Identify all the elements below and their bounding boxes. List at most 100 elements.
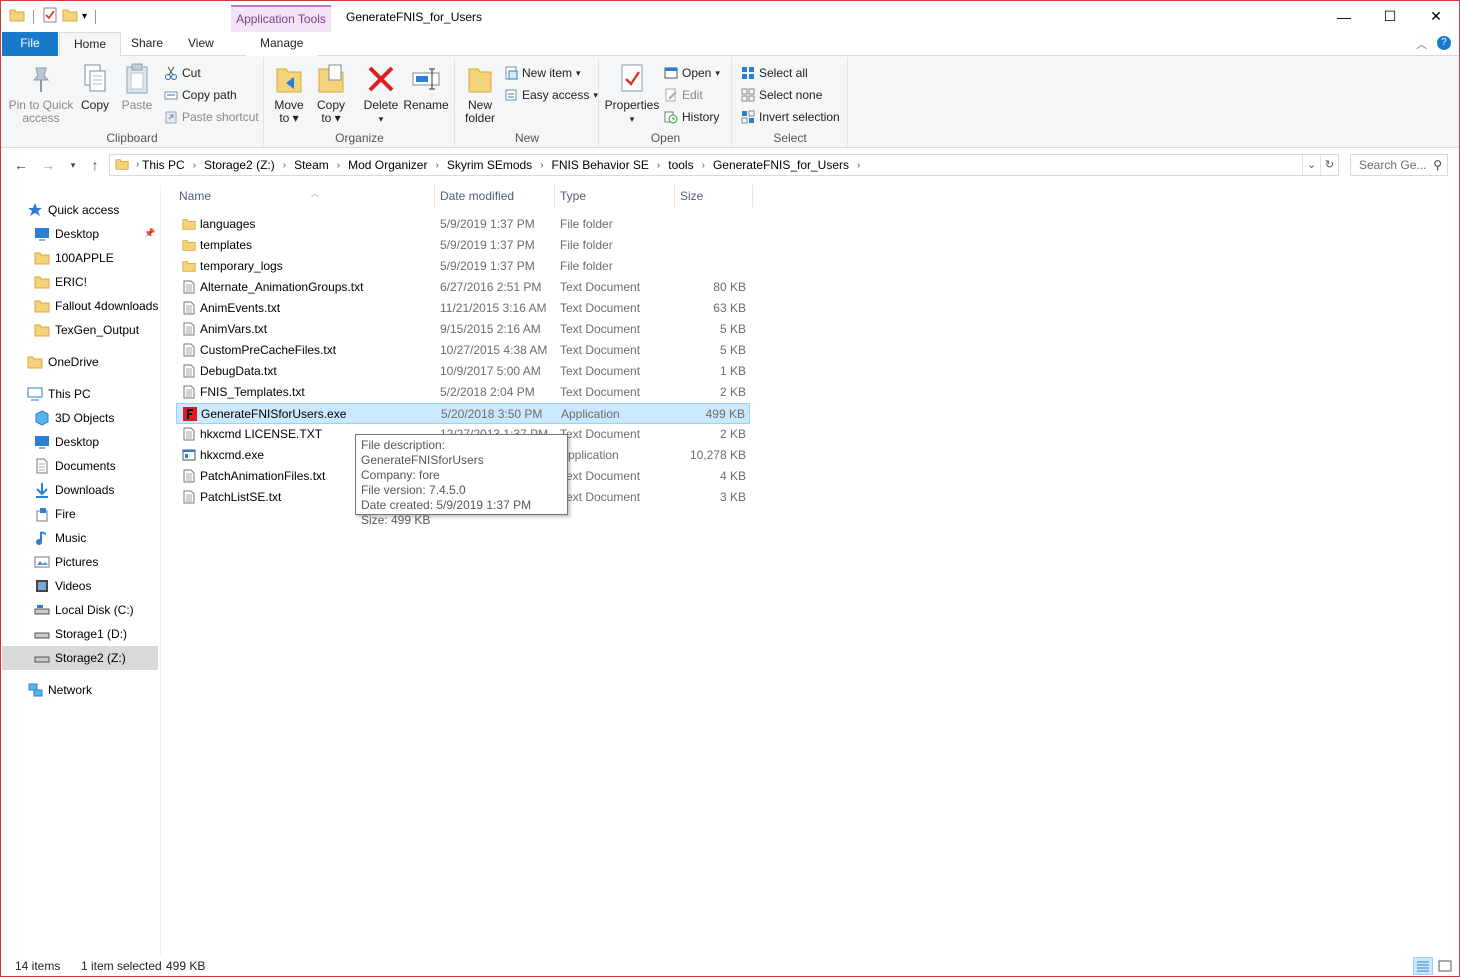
- down-icon: [34, 482, 50, 498]
- nav-quick-item[interactable]: TexGen_Output: [34, 318, 139, 342]
- chevron-right-icon[interactable]: ›: [333, 160, 344, 171]
- refresh-button[interactable]: ↻: [1320, 155, 1338, 175]
- file-name: AnimEvents.txt: [200, 301, 281, 315]
- edit-button[interactable]: Edit: [664, 85, 703, 105]
- tab-share[interactable]: Share: [117, 32, 177, 56]
- cut-button[interactable]: Cut: [164, 63, 201, 83]
- back-button[interactable]: ←: [12, 155, 30, 175]
- file-row[interactable]: templates 5/9/2019 1:37 PM File folder: [176, 235, 750, 256]
- column-size[interactable]: Size: [674, 183, 752, 209]
- address-dropdown-button[interactable]: ⌄: [1302, 155, 1320, 175]
- up-button[interactable]: ↑: [86, 155, 104, 175]
- easy-access-button[interactable]: Easy access ▾: [504, 85, 598, 105]
- paste-button[interactable]: Paste: [119, 62, 155, 112]
- nav-pc-item[interactable]: 3D Objects: [34, 406, 114, 430]
- invert-selection-button[interactable]: Invert selection: [741, 107, 840, 127]
- maximize-button[interactable]: ☐: [1367, 1, 1413, 32]
- address-bar[interactable]: › This PC › Storage2 (Z:) › Steam › Mod Organi…: [109, 154, 1339, 176]
- select-none-button[interactable]: Select none: [741, 85, 822, 105]
- nav-quick-access[interactable]: Quick access: [27, 198, 119, 222]
- nav-pc-item[interactable]: Desktop: [34, 430, 99, 454]
- nav-pc-item[interactable]: Fire: [34, 502, 76, 526]
- tab-view[interactable]: View: [174, 32, 228, 56]
- customize-qat-icon[interactable]: ▾: [82, 11, 87, 22]
- chevron-right-icon[interactable]: ›: [853, 160, 864, 171]
- delete-button[interactable]: Delete ▾: [361, 62, 401, 126]
- nav-quick-item[interactable]: Desktop: [34, 222, 99, 246]
- nav-quick-item[interactable]: 100APPLE: [34, 246, 114, 270]
- file-row[interactable]: temporary_logs 5/9/2019 1:37 PM File folde…: [176, 256, 750, 277]
- nav-this-pc[interactable]: This PC: [27, 382, 91, 406]
- file-size: 5 KB: [719, 343, 746, 357]
- copy-button[interactable]: Copy: [77, 62, 113, 112]
- column-name[interactable]: Name ︿: [173, 183, 435, 209]
- recent-locations-button[interactable]: ▾: [64, 155, 82, 175]
- file-row[interactable]: GenerateFNISforUsers.exe 5/20/2018 3:50 P…: [176, 403, 750, 424]
- minimize-button[interactable]: —: [1321, 1, 1367, 32]
- file-row[interactable]: CustomPreCacheFiles.txt 10/27/2015 4:38 A…: [176, 340, 750, 361]
- breadcrumb-item[interactable]: Mod Organizer: [344, 158, 431, 172]
- select-group: Select all Select none Invert selection …: [733, 58, 848, 146]
- column-date-modified[interactable]: Date modified: [434, 183, 554, 209]
- copy-path-button[interactable]: Copy path: [164, 85, 237, 105]
- properties-button[interactable]: Properties ▾: [604, 62, 660, 126]
- rename-button[interactable]: Rename: [403, 62, 449, 112]
- breadcrumb-item[interactable]: FNIS Behavior SE: [548, 158, 653, 172]
- new-item-button[interactable]: New item ▾: [504, 63, 581, 83]
- file-row[interactable]: languages 5/9/2019 1:37 PM File folder: [176, 214, 750, 235]
- file-row[interactable]: Alternate_AnimationGroups.txt 6/27/2016 2…: [176, 277, 750, 298]
- nav-pc-item[interactable]: Pictures: [34, 550, 98, 574]
- nav-pc-item[interactable]: Storage2 (Z:): [2, 646, 158, 670]
- breadcrumb-item[interactable]: GenerateFNIS_for_Users: [709, 158, 853, 172]
- open-button[interactable]: Open ▾: [664, 63, 720, 83]
- nav-pc-item[interactable]: Downloads: [34, 478, 114, 502]
- chevron-right-icon[interactable]: ›: [698, 160, 709, 171]
- chevron-right-icon[interactable]: ›: [189, 160, 200, 171]
- paste-shortcut-button[interactable]: Paste shortcut: [164, 107, 259, 127]
- chevron-right-icon[interactable]: ›: [279, 160, 290, 171]
- search-input[interactable]: Search Ge... ⚲: [1350, 154, 1448, 176]
- file-row[interactable]: FNIS_Templates.txt 5/2/2018 2:04 PM Text D…: [176, 382, 750, 403]
- move-to-button[interactable]: Move to ▾: [271, 62, 307, 125]
- details-view-button[interactable]: [1413, 957, 1433, 975]
- nav-pc-item[interactable]: Documents: [34, 454, 116, 478]
- large-icons-view-button[interactable]: [1435, 957, 1455, 975]
- breadcrumb-item[interactable]: This PC: [138, 158, 189, 172]
- new-folder-button[interactable]: New folder: [462, 62, 498, 125]
- history-button[interactable]: History: [664, 107, 719, 127]
- tab-file[interactable]: File: [2, 32, 58, 56]
- nav-pc-item[interactable]: Music: [34, 526, 86, 550]
- properties-icon[interactable]: [42, 7, 58, 26]
- nav-pc-item[interactable]: Videos: [34, 574, 91, 598]
- nav-onedrive[interactable]: OneDrive: [27, 350, 99, 374]
- file-row[interactable]: AnimVars.txt 9/15/2015 2:16 AM Text Docume…: [176, 319, 750, 340]
- breadcrumb-item[interactable]: Storage2 (Z:): [200, 158, 279, 172]
- help-icon[interactable]: ?: [1437, 36, 1451, 50]
- nav-quick-item[interactable]: ERIC!: [34, 270, 87, 294]
- chevron-right-icon[interactable]: ›: [431, 160, 442, 171]
- copy-to-button[interactable]: Copy to ▾: [313, 62, 349, 125]
- pin-icon: [25, 62, 57, 96]
- select-all-button[interactable]: Select all: [741, 63, 808, 83]
- breadcrumb-item[interactable]: tools: [664, 158, 697, 172]
- nav-quick-item[interactable]: Fallout 4downloads: [34, 294, 158, 318]
- pin-icon[interactable]: 📌: [144, 228, 155, 239]
- tab-manage[interactable]: Manage: [246, 32, 318, 56]
- file-row[interactable]: DebugData.txt 10/9/2017 5:00 AM Text Docum…: [176, 361, 750, 382]
- nav-pc-item[interactable]: Local Disk (C:): [34, 598, 134, 622]
- file-size: 2 KB: [719, 385, 746, 399]
- chevron-right-icon[interactable]: ›: [536, 160, 547, 171]
- chevron-right-icon[interactable]: ›: [653, 160, 664, 171]
- file-row[interactable]: AnimEvents.txt 11/21/2015 3:16 AM Text Doc…: [176, 298, 750, 319]
- pin-quick-access-button[interactable]: Pin to Quick access: [7, 62, 75, 125]
- tab-home[interactable]: Home: [59, 32, 122, 57]
- new-folder-icon[interactable]: [62, 7, 78, 26]
- close-button[interactable]: ✕: [1413, 1, 1459, 32]
- forward-button[interactable]: →: [39, 155, 57, 175]
- nav-network[interactable]: Network: [27, 678, 92, 702]
- collapse-ribbon-icon[interactable]: ︿: [1416, 36, 1427, 52]
- column-type[interactable]: Type: [554, 183, 674, 209]
- nav-pc-item[interactable]: Storage1 (D:): [34, 622, 127, 646]
- breadcrumb-item[interactable]: Skyrim SEmods: [443, 158, 536, 172]
- breadcrumb-item[interactable]: Steam: [290, 158, 333, 172]
